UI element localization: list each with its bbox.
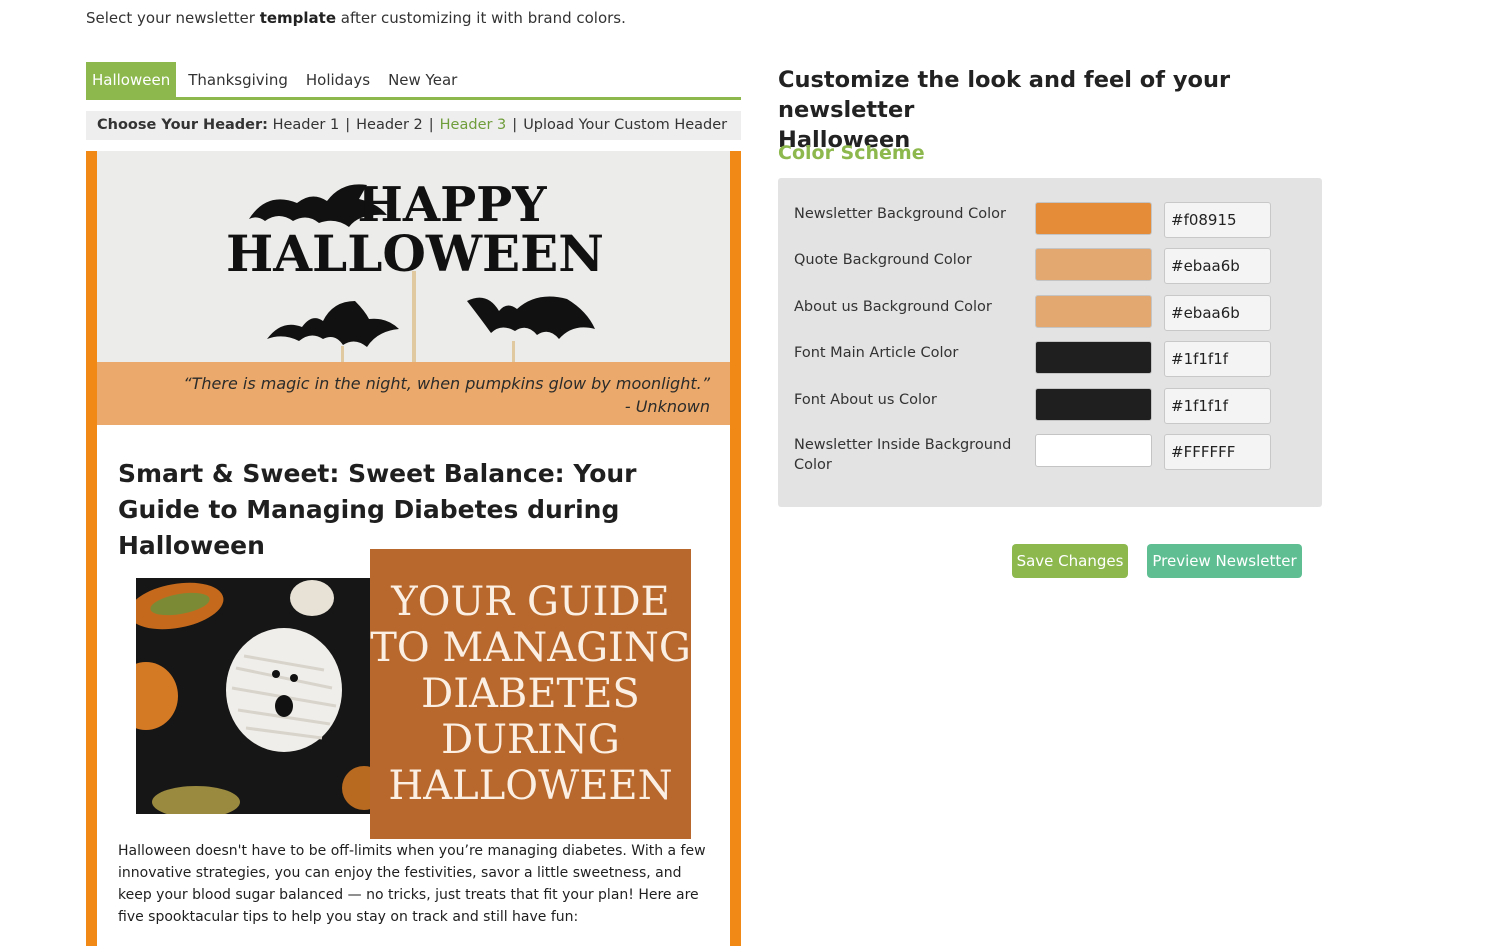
hex-input[interactable] [1164,248,1271,284]
donut-photo [136,578,371,814]
color-label: About us Background Color [794,299,992,315]
color-label: Font About us Color [794,392,937,408]
guide-line-5: HALLOWEEN [388,763,673,809]
color-swatch[interactable] [1035,248,1152,281]
guide-line-2: TO MANAGING [370,625,691,671]
color-label: Newsletter Background Color [794,206,1006,222]
newsletter-preview: HAPPY HALLOWEEN “There is magic in the n… [86,151,741,946]
intro-prefix: Select your newsletter [86,9,260,27]
tab-thanksgiving[interactable]: Thanksgiving [179,62,297,97]
intro-text: Select your newsletter template after cu… [86,9,626,27]
color-scheme-heading: Color Scheme [778,142,925,164]
tab-halloween[interactable]: Halloween [86,62,177,97]
article-title: Smart & Sweet: Sweet Balance: Your Guide… [118,459,637,560]
hex-input[interactable] [1164,434,1271,470]
guide-graphic: YOUR GUIDE TO MANAGING DIABETES DURING H… [370,549,691,839]
header-chooser-label: Choose Your Header: [97,117,268,133]
header-option-2[interactable]: Header 2 [356,117,423,133]
intro-suffix: after customizing it with brand colors. [336,9,626,27]
color-scheme-panel: Newsletter Background Color Quote Backgr… [778,178,1322,507]
color-label: Quote Background Color [794,252,972,268]
customize-title-line1: Customize the look and feel of your news… [778,67,1231,123]
newsletter-quote: “There is magic in the night, when pumpk… [97,362,730,425]
guide-line-1: YOUR GUIDE [391,579,670,625]
hex-input[interactable] [1164,295,1271,331]
save-changes-button[interactable]: Save Changes [1012,544,1128,578]
header-separator: | [512,117,518,133]
hex-input[interactable] [1164,202,1271,238]
guide-line-3: DIABETES [421,671,640,717]
header-option-1[interactable]: Header 1 [273,117,340,133]
color-label: Font Main Article Color [794,345,959,361]
upload-custom-header-link[interactable]: Upload Your Custom Header [523,117,727,133]
guide-line-4: DURING [441,717,620,763]
template-tabs: Halloween Thanksgiving Holidays New Year [86,62,741,100]
hex-input[interactable] [1164,388,1271,424]
tab-holidays[interactable]: Holidays [297,62,379,97]
preview-newsletter-button[interactable]: Preview Newsletter [1147,544,1302,578]
newsletter-inner: HAPPY HALLOWEEN “There is magic in the n… [97,151,730,946]
header-separator: | [345,117,351,133]
happy-halloween-graphic: HAPPY HALLOWEEN [226,177,604,362]
color-swatch[interactable] [1035,202,1152,235]
tab-new-year[interactable]: New Year [379,62,466,97]
color-swatch[interactable] [1035,434,1152,467]
color-swatch[interactable] [1035,388,1152,421]
color-label: Newsletter Inside Background Color [794,437,1012,473]
newsletter-header-image: HAPPY HALLOWEEN [97,151,730,362]
color-swatch[interactable] [1035,341,1152,374]
header-halloween-text: HALLOWEEN [226,224,604,283]
header-chooser: Choose Your Header: Header 1 | Header 2 | He… [86,111,741,140]
article-body: Halloween doesn't have to be off-limits … [118,843,706,925]
color-swatch[interactable] [1035,295,1152,328]
header-separator: | [428,117,434,133]
hex-input[interactable] [1164,341,1271,377]
header-option-3[interactable]: Header 3 [440,117,507,133]
donut-image [136,578,371,814]
intro-bold: template [259,9,337,27]
